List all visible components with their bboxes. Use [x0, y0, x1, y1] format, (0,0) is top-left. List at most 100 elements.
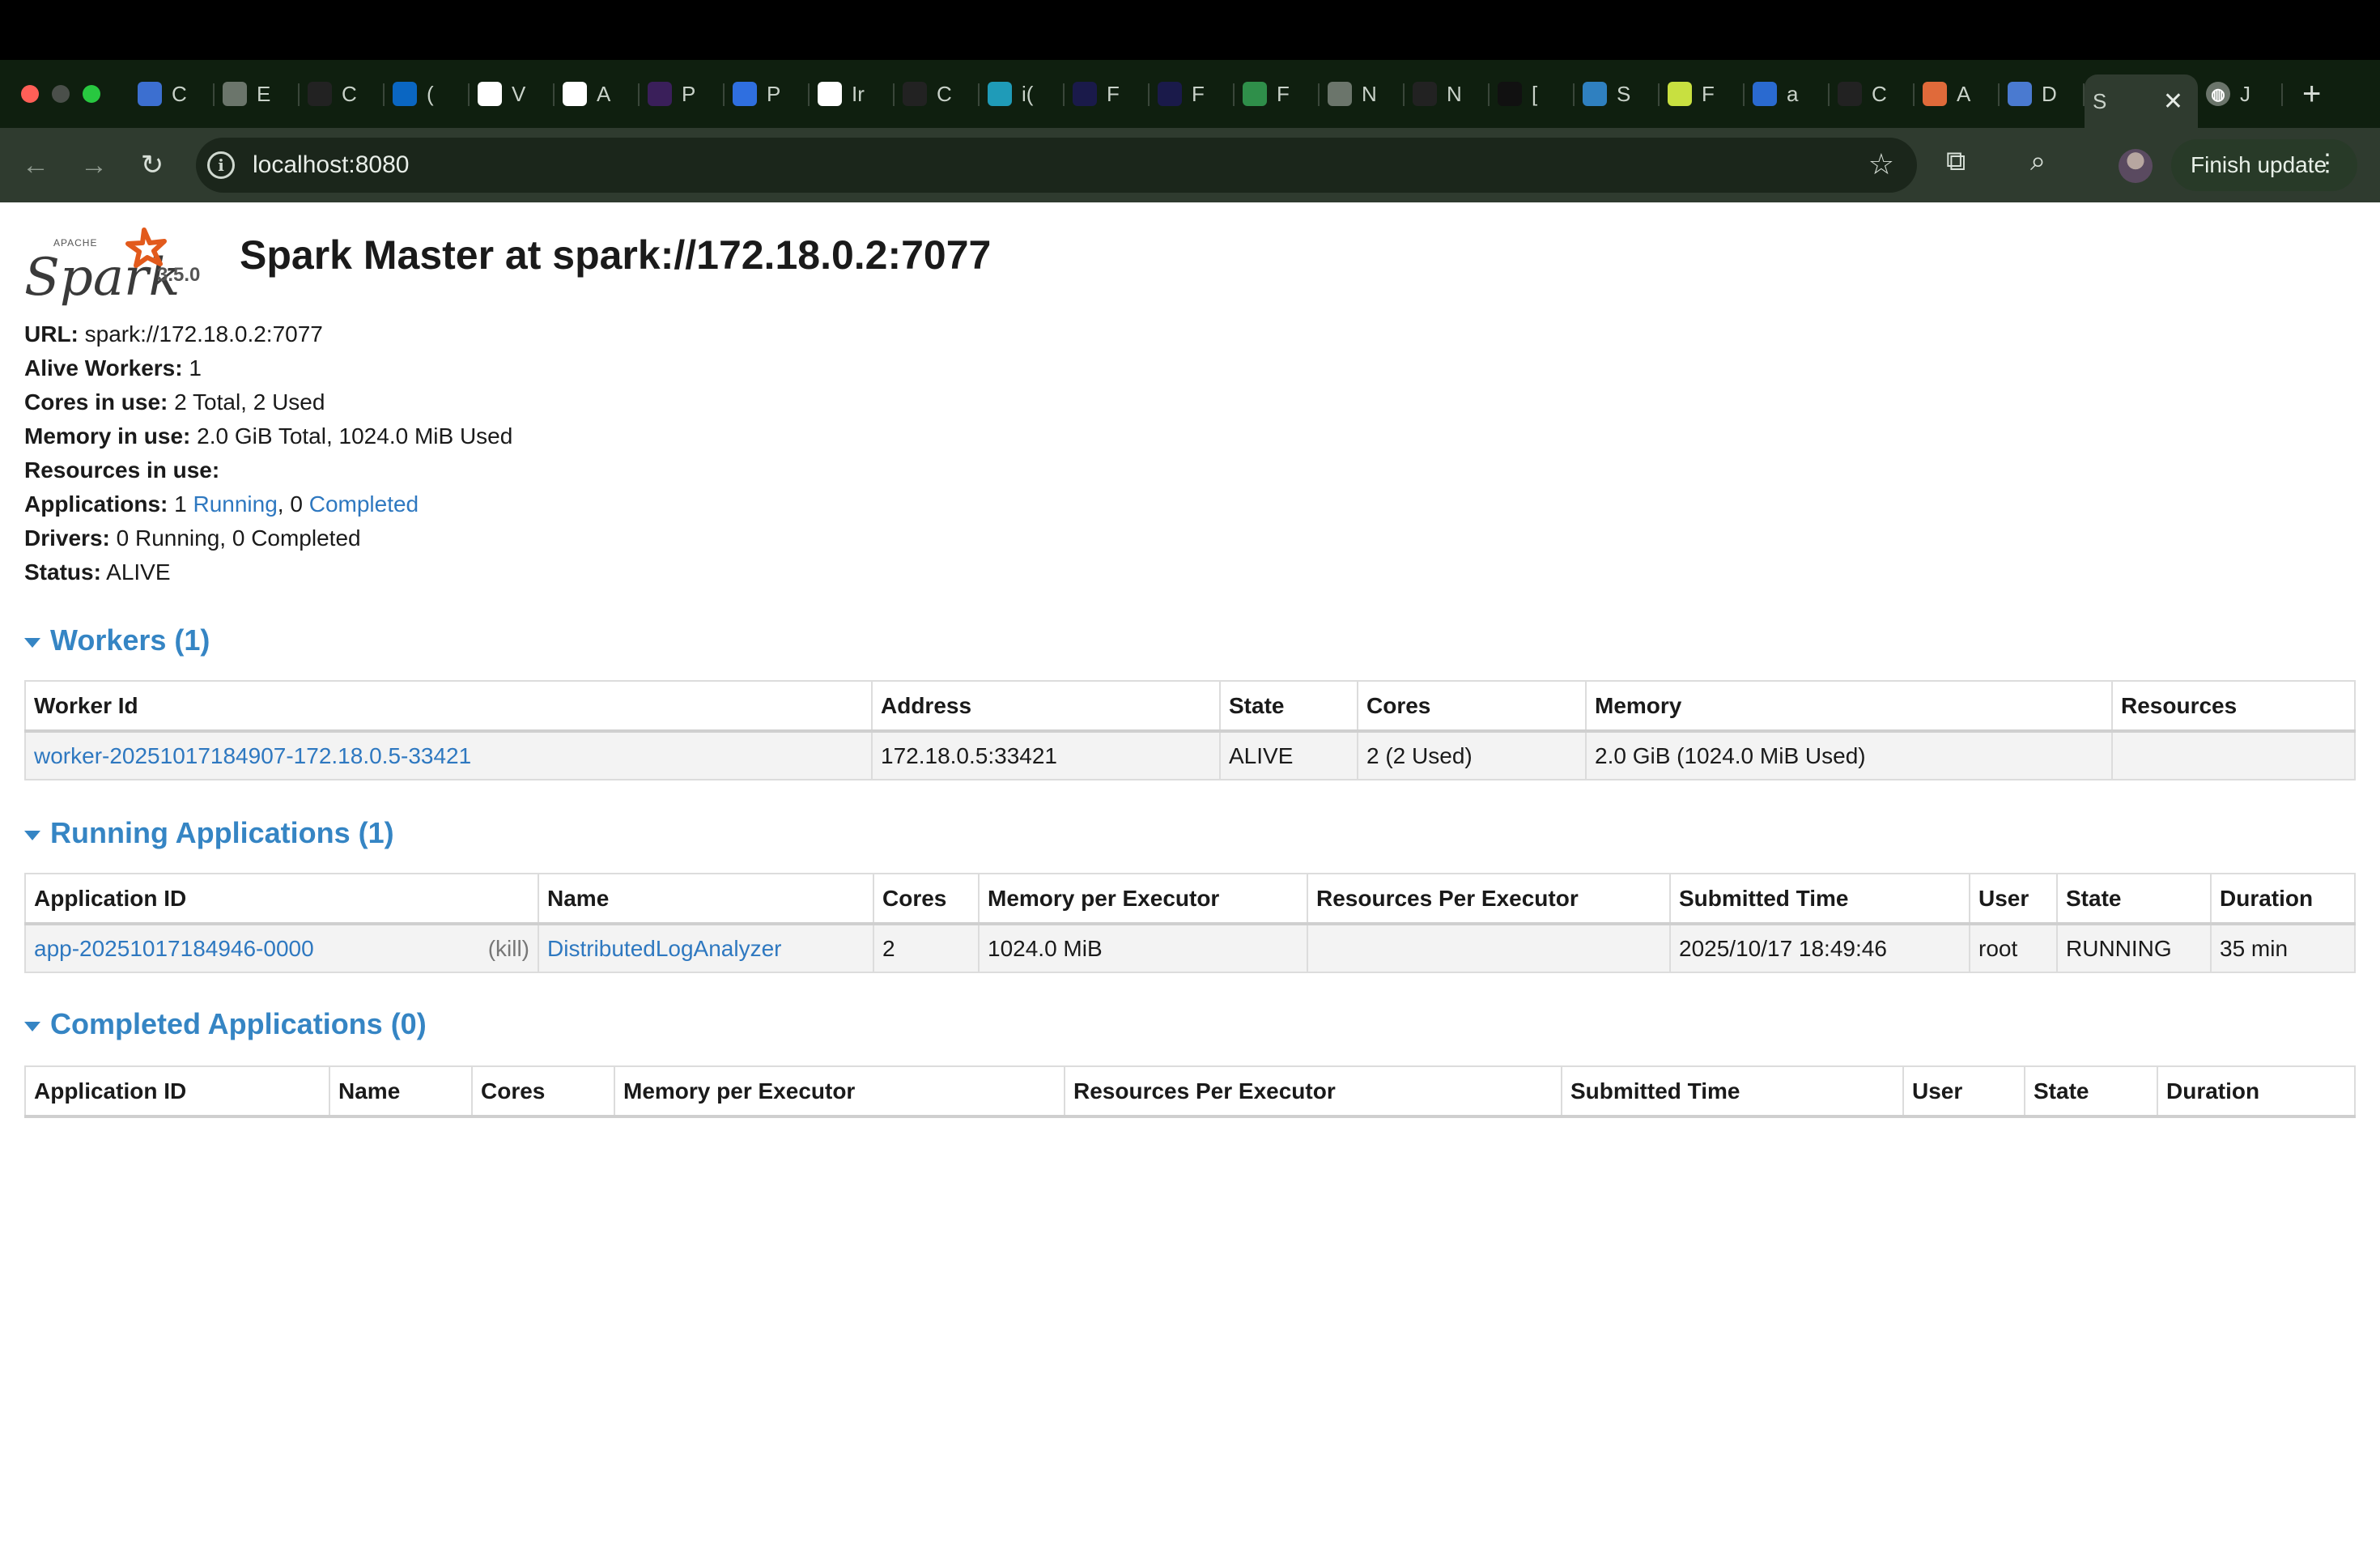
worker-id-link[interactable]: worker-20251017184907-172.18.0.5-33421 [34, 743, 471, 768]
close-window-button[interactable] [21, 85, 39, 103]
column-header[interactable]: Submitted Time [1561, 1065, 1904, 1118]
menu-dots-icon[interactable]: ⋮ [2315, 149, 2340, 177]
tab-label: A [1957, 81, 1971, 106]
url-text[interactable]: localhost:8080 [253, 151, 409, 179]
column-header[interactable]: Memory [1585, 680, 2113, 733]
column-header[interactable]: State [2024, 1065, 2158, 1118]
tab-active[interactable]: S ✕ [2085, 74, 2198, 128]
app-id-link[interactable]: app-20251017184946-0000 [34, 936, 314, 961]
workers-table: Worker Id Address State Cores Memory Resource… [24, 680, 2356, 780]
column-header[interactable]: Address [871, 680, 1221, 733]
app-duration-cell: 35 min [2210, 923, 2356, 973]
column-header[interactable]: Memory per Executor [978, 873, 1308, 925]
tab[interactable]: S [1575, 70, 1660, 117]
minimize-window-button[interactable] [52, 85, 70, 103]
app-name-cell: DistributedLogAnalyzer [538, 923, 874, 973]
tab[interactable]: N [1405, 70, 1490, 117]
github-dark-icon [1498, 82, 1522, 106]
tab-label: C [342, 81, 357, 106]
site-info-icon[interactable]: i [207, 151, 235, 179]
app-name-link[interactable]: DistributedLogAnalyzer [547, 936, 782, 961]
reload-icon[interactable]: ↻ [123, 149, 181, 181]
kill-app-link[interactable]: (kill) [488, 936, 529, 962]
column-header[interactable]: Duration [2210, 873, 2356, 925]
column-header[interactable]: Resources Per Executor [1307, 873, 1671, 925]
column-header[interactable]: Resources [2111, 680, 2356, 733]
tab[interactable]: F [1065, 70, 1150, 117]
tab-label: N [1362, 81, 1377, 106]
column-header[interactable]: Cores [1357, 680, 1587, 733]
bookmark-star-icon[interactable]: ☆ [1868, 147, 1894, 181]
completed-apps-section-toggle[interactable]: Completed Applications (0) [24, 1007, 427, 1041]
workers-section-toggle[interactable]: Workers (1) [24, 623, 210, 657]
tab[interactable]: C [130, 70, 215, 117]
tab-label: A [597, 81, 611, 106]
column-header[interactable]: Application ID [24, 873, 539, 925]
completed-apps-link[interactable]: Completed [309, 491, 419, 517]
tab[interactable]: Ir [810, 70, 895, 117]
column-header[interactable]: User [1902, 1065, 2025, 1118]
worker-address-cell: 172.18.0.5:33421 [871, 730, 1221, 780]
profile-avatar[interactable] [2119, 149, 2153, 183]
tab-label: E [257, 81, 271, 106]
purple-dot-icon [648, 82, 672, 106]
tab[interactable]: A [1915, 70, 2000, 117]
column-header[interactable]: Submitted Time [1669, 873, 1970, 925]
column-header[interactable]: Cores [873, 873, 980, 925]
column-header[interactable]: Memory per Executor [614, 1065, 1065, 1118]
tab-search-icon[interactable]: ⌕ [2030, 146, 2046, 177]
address-bar[interactable]: i localhost:8080 ☆ [196, 138, 1917, 193]
r-icon [1158, 82, 1182, 106]
maximize-window-button[interactable] [83, 85, 100, 103]
play-icon [733, 82, 757, 106]
tab[interactable]: N [1320, 70, 1405, 117]
column-header[interactable]: State [1219, 680, 1358, 733]
column-header[interactable]: Name [329, 1065, 473, 1118]
running-apps-link[interactable]: Running [193, 491, 277, 517]
tab-label: V [512, 81, 526, 106]
tab[interactable]: E [215, 70, 300, 117]
tab-label: a [1787, 81, 1799, 106]
tab[interactable]: [ [1490, 70, 1575, 117]
column-header[interactable]: Duration [2157, 1065, 2356, 1118]
worker-memory-cell: 2.0 GiB (1024.0 MiB Used) [1585, 730, 2113, 780]
tab[interactable]: C [1830, 70, 1915, 117]
tab-label: N [1447, 81, 1462, 106]
tab[interactable]: V [470, 70, 555, 117]
collapse-triangle-icon [24, 1022, 40, 1031]
tab[interactable]: A [555, 70, 640, 117]
column-header[interactable]: Resources Per Executor [1064, 1065, 1562, 1118]
column-header[interactable]: Name [538, 873, 874, 925]
tab[interactable]: P [725, 70, 810, 117]
tab[interactable]: ( [385, 70, 470, 117]
column-header[interactable]: Cores [471, 1065, 615, 1118]
forward-arrow-icon[interactable]: → [65, 150, 123, 181]
close-icon[interactable]: ✕ [2163, 87, 2183, 116]
running-apps-section-toggle[interactable]: Running Applications (1) [24, 816, 394, 850]
column-header[interactable]: User [1969, 873, 2058, 925]
tab[interactable]: F [1235, 70, 1320, 117]
extensions-icon[interactable]: ⧉ [1946, 146, 1966, 177]
tab-label: F [1277, 81, 1290, 106]
back-arrow-icon[interactable]: ← [6, 150, 65, 181]
tab-label: ( [427, 81, 434, 106]
tab[interactable]: P [640, 70, 725, 117]
new-tab-button[interactable]: + [2302, 76, 2321, 113]
summary-cores: Cores in use: 2 Total, 2 Used [24, 389, 325, 415]
column-header[interactable]: Worker Id [24, 680, 873, 733]
column-header[interactable]: State [2056, 873, 2212, 925]
tab-label: D [2042, 81, 2057, 106]
finish-update-button[interactable]: Finish update ⋮ [2171, 139, 2357, 191]
tab[interactable]: F [1660, 70, 1745, 117]
window-top-bar [0, 0, 2380, 60]
tab-label: i( [1022, 81, 1034, 106]
tab[interactable]: a [1745, 70, 1830, 117]
tab[interactable]: F [1150, 70, 1235, 117]
tab[interactable]: C [895, 70, 980, 117]
tab-label: J [2240, 81, 2250, 106]
tab[interactable]: i( [980, 70, 1065, 117]
tab[interactable]: ◍ J [2198, 70, 2283, 117]
tab[interactable]: C [300, 70, 385, 117]
tab[interactable]: D [2000, 70, 2085, 117]
column-header[interactable]: Application ID [24, 1065, 330, 1118]
